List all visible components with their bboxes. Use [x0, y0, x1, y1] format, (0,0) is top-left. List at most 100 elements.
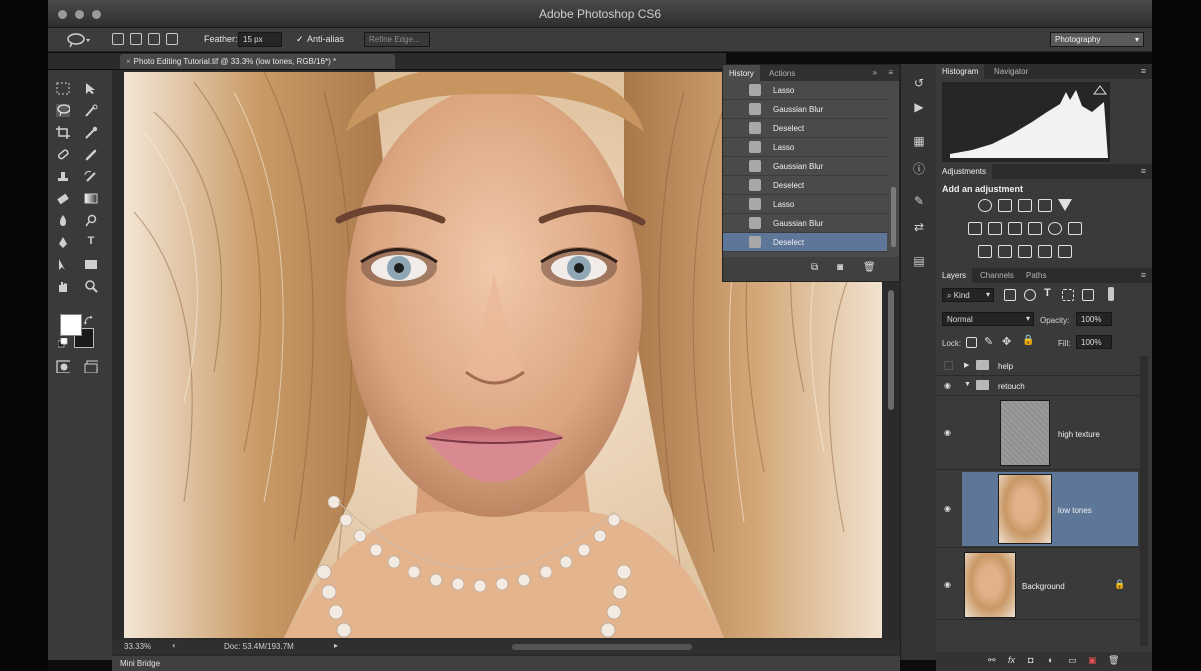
move-tool-icon[interactable] [84, 82, 98, 95]
intersect-selection-icon[interactable] [166, 33, 178, 45]
spot-healing-brush-icon[interactable] [56, 148, 70, 161]
antialias-checkbox[interactable]: ✓ [296, 34, 304, 45]
zoom-tool-icon[interactable] [84, 280, 98, 293]
exposure-icon[interactable] [1038, 199, 1052, 212]
history-dock-icon[interactable]: ↺ [911, 76, 927, 90]
history-item[interactable]: Deselect [723, 176, 887, 195]
crop-tool-icon[interactable] [56, 126, 70, 139]
history-item[interactable]: Lasso [723, 195, 887, 214]
channel-mixer-icon[interactable] [1048, 222, 1062, 235]
clone-stamp-tool-icon[interactable] [56, 170, 70, 183]
subtract-from-selection-icon[interactable] [148, 33, 160, 45]
quick-selection-tool-icon[interactable] [84, 104, 98, 117]
adjustment-layer-filter-icon[interactable] [1024, 289, 1036, 301]
workspace-switcher[interactable]: Photography ▾ [1050, 32, 1144, 47]
close-tab-icon[interactable]: × [126, 57, 131, 66]
layer-group-row[interactable]: ◉ ▼ retouch [936, 376, 1140, 396]
tab-layers[interactable]: Layers [936, 268, 973, 283]
lock-image-icon[interactable]: ✎ [984, 335, 993, 348]
shape-layer-filter-icon[interactable] [1062, 289, 1074, 301]
default-colors-icon[interactable] [58, 338, 68, 348]
status-options-icon[interactable]: ◐ [172, 641, 177, 650]
black-white-icon[interactable] [1008, 222, 1022, 235]
history-item[interactable]: Gaussian Blur [723, 157, 887, 176]
layer-row[interactable]: ◉ Background 🔒 [936, 548, 1140, 620]
dodge-tool-icon[interactable] [84, 214, 98, 227]
eyedropper-tool-icon[interactable] [84, 126, 98, 139]
tab-channels[interactable]: Channels [974, 268, 1020, 283]
zoom-level[interactable]: 33.33% [124, 642, 151, 651]
new-document-from-state-icon[interactable]: ⧉ [811, 262, 818, 273]
eye-icon[interactable]: ◉ [944, 580, 951, 589]
eye-icon[interactable]: ◉ [944, 428, 951, 437]
layer-comps-dock-icon[interactable]: ▤ [911, 254, 927, 268]
color-balance-icon[interactable] [988, 222, 1002, 235]
panel-menu-icon[interactable]: ≡ [1141, 66, 1146, 76]
tab-paths[interactable]: Paths [1020, 268, 1052, 283]
snapshot-camera-icon[interactable]: ◙ [837, 262, 843, 273]
history-item-selected[interactable]: Deselect [723, 233, 887, 252]
swap-colors-icon[interactable] [84, 316, 94, 326]
screen-mode-icon[interactable] [84, 360, 98, 373]
foreground-color-swatch[interactable] [60, 314, 82, 336]
threshold-icon[interactable] [1018, 245, 1032, 258]
layer-row[interactable]: ◉ high texture [936, 396, 1140, 470]
eraser-tool-icon[interactable] [56, 192, 70, 205]
lock-transparent-icon[interactable] [966, 337, 977, 348]
selective-color-icon[interactable] [1038, 245, 1052, 258]
type-layer-filter-icon[interactable]: T [1044, 287, 1051, 299]
disclosure-triangle-collapsed-icon[interactable]: ▶ [964, 361, 969, 369]
lock-all-icon[interactable]: 🔒 [1022, 335, 1034, 346]
history-scrollbar[interactable] [891, 187, 896, 247]
swatches-dock-icon[interactable]: ▦ [911, 134, 927, 148]
visibility-toggle-off[interactable] [944, 361, 953, 370]
lasso-tool-preset-icon[interactable] [66, 32, 92, 48]
status-menu-arrow-icon[interactable]: ▸ [334, 641, 338, 650]
blend-mode-select[interactable]: Normal ▾ [942, 312, 1034, 326]
canvas-vertical-scrollbar[interactable] [888, 290, 894, 410]
brush-tool-icon[interactable] [84, 148, 98, 161]
quick-mask-icon[interactable] [56, 360, 70, 373]
fill-input[interactable]: 100% [1076, 335, 1112, 349]
type-tool-icon[interactable]: T [84, 235, 98, 248]
history-item[interactable]: Lasso [723, 138, 887, 157]
gradient-tool-icon[interactable] [84, 192, 98, 205]
disclosure-triangle-expanded-icon[interactable]: ▼ [964, 381, 971, 388]
photo-filter-icon[interactable] [1028, 222, 1042, 235]
history-brush-tool-icon[interactable] [84, 170, 98, 183]
pixel-layer-filter-icon[interactable] [1004, 289, 1016, 301]
blur-tool-icon[interactable] [56, 214, 70, 227]
add-mask-icon[interactable]: ◘ [1028, 655, 1033, 665]
layer-style-icon[interactable]: fx [1008, 655, 1015, 665]
layer-row-selected[interactable]: ◉ low tones [936, 470, 1140, 548]
curves-icon[interactable] [1018, 199, 1032, 212]
rectangle-tool-icon[interactable] [84, 258, 98, 271]
eye-icon[interactable]: ◉ [944, 381, 951, 390]
layers-scrollbar[interactable] [1140, 356, 1148, 646]
invert-icon[interactable] [978, 245, 992, 258]
canvas-horizontal-scrollbar[interactable] [512, 644, 692, 650]
gradient-map-icon[interactable] [1058, 245, 1072, 258]
collapse-panel-icon[interactable]: » [873, 68, 877, 77]
new-adjustment-layer-icon[interactable]: ◐ [1048, 655, 1053, 665]
path-selection-tool-icon[interactable] [56, 258, 70, 271]
history-item[interactable]: Deselect [723, 119, 887, 138]
hand-tool-icon[interactable] [56, 280, 70, 293]
link-layers-icon[interactable]: ⚯ [988, 655, 996, 666]
history-item[interactable]: Gaussian Blur [723, 214, 887, 233]
info-dock-icon[interactable]: ⓘ [911, 160, 927, 176]
mini-bridge-tab[interactable]: Mini Bridge [112, 656, 900, 671]
trash-icon[interactable]: 🗑 [863, 262, 876, 273]
eye-icon[interactable]: ◉ [944, 504, 951, 513]
hue-saturation-icon[interactable] [968, 222, 982, 235]
levels-icon[interactable] [998, 199, 1012, 212]
delete-layer-icon[interactable]: 🗑 [1108, 655, 1119, 666]
brightness-contrast-icon[interactable] [978, 199, 992, 212]
add-to-selection-icon[interactable] [130, 33, 142, 45]
lock-position-icon[interactable]: ✥ [1002, 335, 1011, 348]
feather-input[interactable]: 15 px [238, 32, 282, 47]
filter-toggle-switch[interactable] [1108, 287, 1114, 301]
new-selection-icon[interactable] [112, 33, 124, 45]
tab-histogram[interactable]: Histogram [936, 64, 985, 79]
rectangular-marquee-tool-icon[interactable] [56, 82, 70, 95]
